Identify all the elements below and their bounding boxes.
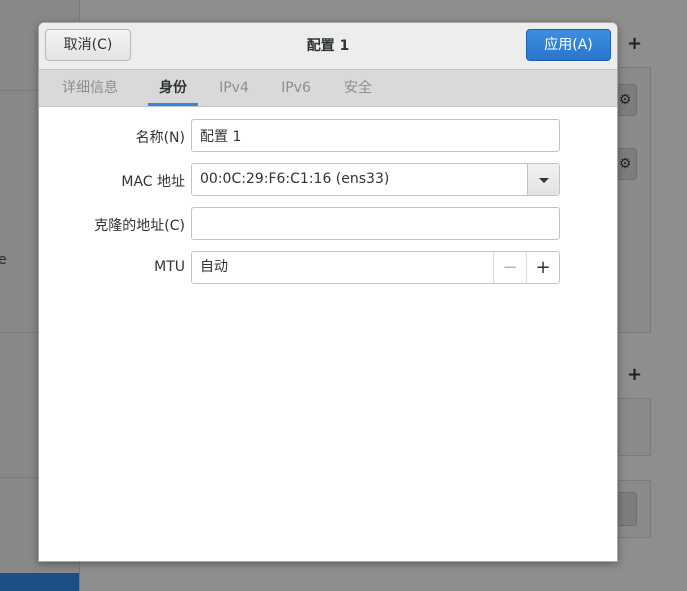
add-icon[interactable]: + bbox=[627, 366, 642, 384]
mtu-spinbutton[interactable]: 自动 − + bbox=[191, 251, 560, 284]
cloned-address-field[interactable] bbox=[191, 207, 560, 240]
tab-identity[interactable]: 身份 bbox=[148, 70, 198, 106]
tab-bar: 详细信息 身份 IPv4 IPv6 安全 bbox=[39, 70, 617, 107]
name-label: 名称(N) bbox=[135, 130, 185, 146]
apply-button[interactable]: 应用(A) bbox=[526, 29, 611, 61]
chevron-down-icon bbox=[539, 178, 549, 183]
tab-ipv6[interactable]: IPv6 bbox=[276, 70, 316, 106]
mtu-value[interactable]: 自动 bbox=[200, 252, 228, 283]
dialog-header: 取消(C) 配置 1 应用(A) bbox=[39, 23, 617, 70]
connection-profile-dialog: 取消(C) 配置 1 应用(A) 详细信息 身份 IPv4 IPv6 安全 名称… bbox=[38, 22, 618, 562]
mtu-decrement-button[interactable]: − bbox=[493, 252, 526, 283]
cloned-address-label: 克隆的地址(C) bbox=[94, 218, 185, 234]
sidebar-selected-item[interactable] bbox=[0, 573, 79, 591]
mac-address-combo[interactable]: 00:0C:29:F6:C1:16 (ens33) bbox=[191, 163, 560, 196]
mtu-label: MTU bbox=[154, 259, 185, 275]
background-panel bbox=[614, 398, 651, 456]
name-field[interactable] bbox=[191, 119, 560, 152]
mac-address-value: 00:0C:29:F6:C1:16 (ens33) bbox=[200, 171, 390, 187]
mac-dropdown-button[interactable] bbox=[527, 164, 559, 195]
add-icon[interactable]: + bbox=[627, 35, 642, 53]
mtu-increment-button[interactable]: + bbox=[526, 252, 559, 283]
tab-security[interactable]: 安全 bbox=[339, 70, 377, 106]
sidebar-text-fragment: e bbox=[0, 252, 7, 268]
mac-address-label: MAC 地址 bbox=[121, 174, 185, 190]
tab-ipv4[interactable]: IPv4 bbox=[215, 70, 253, 106]
tab-details[interactable]: 详细信息 bbox=[52, 70, 128, 106]
